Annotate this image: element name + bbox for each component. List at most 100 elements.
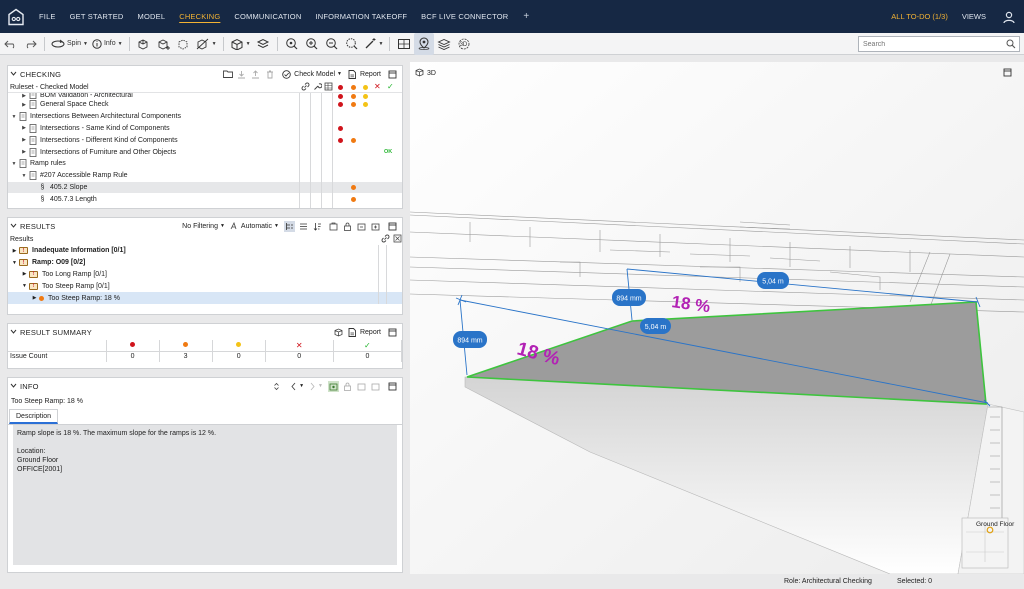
expand-arrow-icon[interactable]: ▶ — [20, 271, 29, 277]
report-button[interactable]: Report — [360, 71, 381, 78]
section-box-dropdown[interactable]: ▼ — [228, 33, 253, 55]
maximize-panel-icon[interactable] — [387, 327, 398, 338]
highlight-issue-icon[interactable] — [328, 380, 339, 392]
info-mode-dropdown[interactable]: Info ▼ — [90, 33, 125, 55]
ruleset-row[interactable]: ▼ Ramp rules — [8, 158, 402, 170]
maximize-panel-icon[interactable] — [387, 381, 398, 392]
measure-tools-dropdown[interactable]: ▼ — [362, 33, 386, 55]
tree-view-icon[interactable] — [284, 220, 295, 232]
visibility-tools-dropdown[interactable]: ▼ — [194, 33, 219, 55]
rejected-x-icon[interactable]: ✕ — [374, 82, 381, 91]
search-input[interactable] — [863, 40, 1003, 48]
expand-arrow-icon[interactable]: ▶ — [10, 248, 19, 254]
floor-navigator[interactable]: Ground Floor — [961, 517, 1015, 569]
table-icon[interactable] — [324, 82, 333, 93]
issue-export-icon[interactable] — [356, 381, 367, 392]
todo-button[interactable]: ALL TO-DO (1/3) — [881, 12, 958, 21]
slice-button[interactable] — [253, 33, 273, 55]
collapse-arrow-icon[interactable] — [10, 382, 17, 391]
expand-arrow-icon[interactable]: ▶ — [20, 102, 28, 108]
menu-information-takeoff[interactable]: INFORMATION TAKEOFF — [308, 0, 414, 33]
wrench-icon[interactable] — [313, 82, 323, 93]
expand-arrow-icon[interactable]: ▶ — [20, 137, 28, 143]
result-group-row[interactable]: ▶! Inadequate Information [0/1] — [8, 245, 402, 257]
maximize-view-icon[interactable] — [1003, 68, 1012, 79]
menu-bcf-live-connector[interactable]: BCF LIVE CONNECTOR — [414, 0, 515, 33]
check-model-button[interactable]: Check Model — [294, 71, 335, 78]
tab-description[interactable]: Description — [9, 409, 59, 424]
collapse-arrow-icon[interactable]: ▼ — [20, 173, 28, 179]
accepted-check-icon[interactable]: ✓ — [387, 82, 394, 91]
2d-view-button[interactable] — [394, 33, 414, 55]
3d-viewport[interactable]: 894 mm 894 mm 5,04 m 5,04 m 18 % 18 % Gr… — [409, 62, 1024, 575]
filter-dropdown[interactable]: No Filtering — [182, 223, 218, 230]
ruleset-row[interactable]: ▼ Intersections Between Architectural Com… — [8, 111, 402, 123]
select-similar-button[interactable] — [154, 33, 174, 55]
result-group-row[interactable]: ▶! Too Long Ramp [0/1] — [8, 269, 402, 281]
expand-arrow-icon[interactable]: ▶ — [20, 149, 28, 155]
app-logo-icon[interactable] — [0, 0, 32, 33]
dim-label-left[interactable]: 894 mm — [453, 331, 487, 348]
collapse-arrow-icon[interactable] — [10, 222, 17, 231]
ruleset-row[interactable]: ▶ Intersections - Same Kind of Components — [8, 123, 402, 135]
collapse-arrow-icon[interactable]: ▼ — [10, 260, 19, 266]
menu-checking[interactable]: CHECKING — [172, 0, 227, 33]
report-icon[interactable] — [347, 327, 358, 338]
result-group-row[interactable]: ▼! Too Steep Ramp [0/1] — [8, 280, 402, 292]
ruleset-row[interactable]: ▶ Intersections of Furniture and Other Ob… — [8, 146, 402, 158]
issue-lock-icon[interactable] — [342, 221, 353, 232]
ruleset-row[interactable]: ▼ #207 Accessible Ramp Rule — [8, 170, 402, 182]
menu-communication[interactable]: COMMUNICATION — [227, 0, 308, 33]
result-item-row[interactable]: ▶ Too Steep Ramp: 18 % — [8, 292, 402, 304]
undo-button[interactable] — [0, 33, 20, 55]
select-components-button[interactable] — [134, 33, 154, 55]
3d-scene[interactable]: 894 mm 894 mm 5,04 m 5,04 m 18 % 18 % Gr… — [409, 62, 1024, 575]
maximize-panel-icon[interactable] — [387, 69, 398, 80]
3d-view-button[interactable]: 3D — [454, 33, 474, 55]
floors-button[interactable] — [434, 33, 454, 55]
auto-select-icon[interactable] — [228, 221, 239, 232]
result-group-row[interactable]: ▼! Ramp: O09 [0/2] — [8, 257, 402, 269]
views-menu[interactable]: VIEWS — [958, 12, 994, 21]
collapse-arrow-icon[interactable] — [10, 70, 17, 79]
link-icon[interactable] — [301, 82, 310, 93]
spin-mode-dropdown[interactable]: Spin ▼ — [49, 33, 90, 55]
forward-dropdown-icon[interactable]: ▼ — [318, 383, 323, 389]
sort-icon[interactable] — [312, 221, 323, 232]
previous-icon[interactable] — [288, 381, 299, 392]
summary-report-button[interactable]: Report — [360, 329, 381, 336]
zoom-out-button[interactable] — [322, 33, 342, 55]
user-account-icon[interactable] — [994, 0, 1024, 33]
dim-label-surface[interactable]: 5,04 m — [640, 318, 671, 334]
download-icon[interactable] — [236, 69, 247, 80]
dim-label-top[interactable]: 5,04 m — [757, 272, 789, 289]
check-model-icon[interactable] — [281, 69, 292, 80]
add-issue-icon[interactable] — [328, 221, 339, 232]
severity-critical-header[interactable] — [338, 85, 343, 90]
zoom-in-button[interactable] — [302, 33, 322, 55]
menu-file[interactable]: FILE — [32, 0, 63, 33]
locate-icon[interactable] — [393, 234, 402, 245]
history-dropdown-icon[interactable]: ▼ — [299, 383, 304, 389]
ruleset-row[interactable]: ▶ General Space Check — [8, 99, 402, 111]
zoom-extents-button[interactable] — [282, 33, 302, 55]
location-view-button[interactable] — [414, 32, 435, 55]
maximize-panel-icon[interactable] — [387, 221, 398, 232]
report-icon[interactable] — [347, 69, 358, 80]
hide-components-button[interactable] — [174, 33, 194, 55]
link-icon[interactable] — [381, 234, 390, 245]
severity-low-header[interactable] — [363, 85, 368, 90]
cube-icon[interactable] — [333, 327, 344, 338]
open-folder-icon[interactable] — [222, 69, 233, 80]
list-view-icon[interactable] — [298, 221, 309, 232]
next-icon[interactable] — [307, 381, 318, 392]
search-box[interactable] — [858, 36, 1020, 52]
issue-export-icon[interactable] — [356, 221, 367, 232]
delete-icon[interactable] — [264, 69, 275, 80]
severity-moderate-header[interactable] — [351, 85, 356, 90]
auto-mode-dropdown[interactable]: Automatic — [241, 223, 272, 230]
expand-arrow-icon[interactable]: ▶ — [30, 295, 39, 301]
issue-lock-icon[interactable] — [342, 381, 353, 392]
issue-settings-icon[interactable] — [370, 381, 381, 392]
zoom-selection-button[interactable] — [342, 33, 362, 55]
